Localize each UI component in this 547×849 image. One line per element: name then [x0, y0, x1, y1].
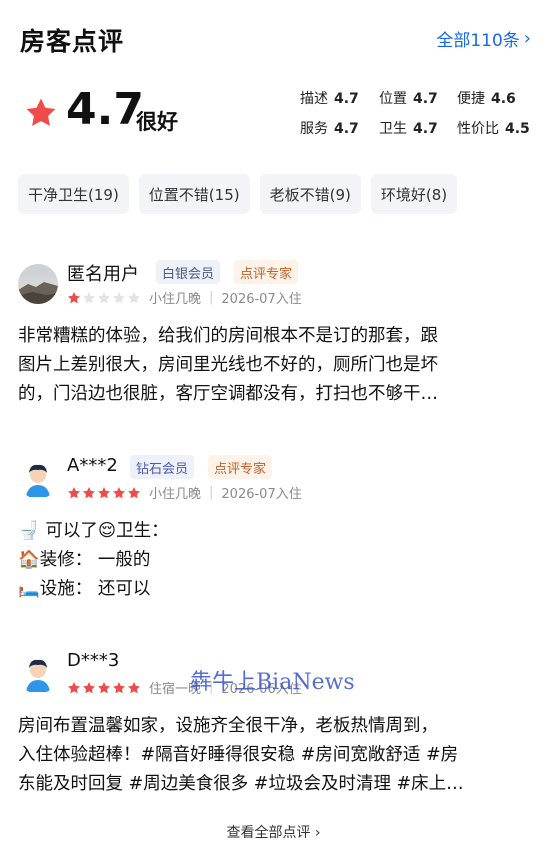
review-meta: 小住几晚 | 2026-07入住 — [67, 483, 302, 502]
member-badge: 钻石会员 — [130, 455, 195, 479]
chevron-right-icon: › — [314, 825, 321, 841]
overall-rating-word: 很好 — [136, 110, 178, 134]
watermark: 犇牛上BiaNews — [190, 670, 355, 695]
sub-score: 服务 4.7 — [300, 121, 359, 137]
tag-chip[interactable]: 位置不错(15) — [138, 174, 250, 214]
star-icon — [113, 486, 125, 498]
chevron-right-icon: › — [523, 28, 531, 49]
avatar — [18, 459, 58, 499]
member-badge: 白银会员 — [156, 260, 221, 284]
star-icon — [68, 291, 80, 303]
tag-chip[interactable]: 环境好(8) — [370, 174, 458, 214]
user-name: 匿名用户 — [67, 264, 139, 285]
star-icon — [26, 98, 56, 126]
view-all-reviews-link[interactable]: 查看全部点评 › — [0, 822, 547, 842]
overall-score: 4.7 — [66, 84, 144, 135]
stay-date: 2026-07入住 — [221, 292, 302, 307]
review-text: 房间布置温馨如家，设施齐全很干净，老板热情周到， 入住体验超棒！#隔音好睡得很安… — [18, 716, 464, 794]
star-icon — [83, 681, 95, 693]
all-reviews-label: 全部110条 — [436, 31, 520, 51]
star-icon — [83, 486, 95, 498]
tag-chip[interactable]: 干净卫生(19) — [18, 174, 129, 214]
section-title: 房客点评 — [20, 27, 125, 56]
all-reviews-link[interactable]: 全部110条 › — [436, 26, 531, 51]
avatar — [18, 264, 58, 304]
stay-type: 小住几晚 — [149, 292, 202, 307]
avatar — [18, 654, 58, 694]
expert-badge: 点评专家 — [234, 260, 299, 284]
sub-score: 性价比 4.5 — [457, 121, 530, 137]
user-name: A***2 — [67, 455, 118, 476]
view-all-label: 查看全部点评 — [226, 825, 311, 841]
star-icon — [83, 291, 95, 303]
review-stars — [67, 486, 141, 500]
reviews-header: 房客点评 全部110条 › — [20, 20, 531, 60]
star-icon — [128, 291, 140, 303]
star-icon — [128, 681, 140, 693]
star-icon — [68, 486, 80, 498]
star-icon — [113, 681, 125, 693]
sub-score: 位置 4.7 — [379, 91, 438, 107]
review-stars — [67, 291, 141, 305]
review-item[interactable]: 匿名用户 白银会员 点评专家 小住几晚 | 2026-07入住 非常糟糕的体验，… — [18, 260, 533, 414]
expert-badge: 点评专家 — [208, 455, 273, 479]
star-icon — [128, 486, 140, 498]
sub-score: 描述 4.7 — [300, 91, 359, 107]
review-tags: 干净卫生(19) 位置不错(15) 老板不错(9) 环境好(8) — [18, 174, 458, 214]
stay-date: 2026-07入住 — [221, 487, 302, 502]
tag-chip[interactable]: 老板不错(9) — [259, 174, 361, 214]
review-item[interactable]: A***2 钻石会员 点评专家 小住几晚 | 2026-07入住 🚽 可以了😌卫… — [18, 455, 533, 609]
stay-type: 小住几晚 — [149, 487, 202, 502]
review-text: 非常糟糕的体验，给我们的房间根本不是订的那套，跟 图片上差别很大，房间里光线也不… — [18, 326, 438, 404]
review-text: 🚽 可以了😌卫生： 🏠装修： 一般的 🛏️设施： 还可以 — [18, 521, 169, 599]
review-meta: 小住几晚 | 2026-07入住 — [67, 288, 302, 307]
star-icon — [98, 291, 110, 303]
star-icon — [113, 291, 125, 303]
star-icon — [98, 486, 110, 498]
review-stars — [67, 681, 141, 695]
sub-score: 便捷 4.6 — [457, 91, 516, 107]
star-icon — [98, 681, 110, 693]
sub-score: 卫生 4.7 — [379, 121, 438, 137]
user-name: D***3 — [67, 650, 120, 671]
star-icon — [68, 681, 80, 693]
